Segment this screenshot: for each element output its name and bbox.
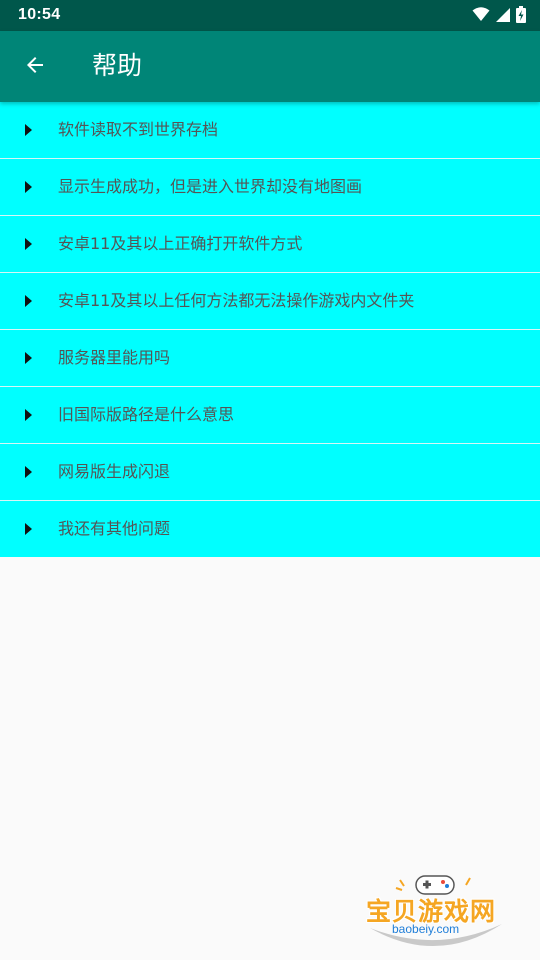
expand-arrow-icon (25, 295, 32, 307)
faq-item[interactable]: 软件读取不到世界存档 (0, 102, 540, 159)
status-bar: 10:54 (0, 0, 540, 31)
faq-item-label: 旧国际版路径是什么意思 (58, 405, 235, 424)
status-time: 10:54 (18, 6, 61, 23)
expand-arrow-icon (25, 409, 32, 421)
expand-arrow-icon (25, 523, 32, 535)
faq-item[interactable]: 显示生成成功，但是进入世界却没有地图画 (0, 159, 540, 216)
faq-item[interactable]: 安卓11及其以上任何方法都无法操作游戏内文件夹 (0, 273, 540, 330)
faq-item-label: 安卓11及其以上正确打开软件方式 (58, 234, 303, 253)
faq-item[interactable]: 我还有其他问题 (0, 501, 540, 557)
expand-arrow-icon (25, 124, 32, 136)
faq-item[interactable]: 网易版生成闪退 (0, 444, 540, 501)
signal-icon (496, 7, 510, 26)
faq-item[interactable]: 服务器里能用吗 (0, 330, 540, 387)
page-title: 帮助 (92, 51, 143, 80)
faq-item-label: 我还有其他问题 (58, 519, 171, 538)
expand-arrow-icon (25, 466, 32, 478)
faq-item-label: 服务器里能用吗 (58, 348, 171, 367)
app-bar: 帮助 (0, 31, 540, 102)
arrow-left-icon (23, 53, 47, 81)
watermark-url: baobeiy.com (392, 922, 460, 936)
faq-list: 软件读取不到世界存档 显示生成成功，但是进入世界却没有地图画 安卓11及其以上正… (0, 102, 540, 557)
faq-item-label: 网易版生成闪退 (58, 462, 171, 481)
faq-item[interactable]: 旧国际版路径是什么意思 (0, 387, 540, 444)
back-button[interactable] (16, 48, 54, 86)
watermark-logo: 宝贝游戏网 baobeiy.com (362, 866, 512, 956)
battery-charging-icon (516, 5, 526, 27)
faq-item-label: 显示生成成功，但是进入世界却没有地图画 (58, 177, 363, 196)
expand-arrow-icon (25, 181, 32, 193)
expand-arrow-icon (25, 238, 32, 250)
expand-arrow-icon (25, 352, 32, 364)
wifi-icon (472, 6, 490, 26)
faq-item[interactable]: 安卓11及其以上正确打开软件方式 (0, 216, 540, 273)
faq-item-label: 软件读取不到世界存档 (58, 120, 219, 139)
faq-item-label: 安卓11及其以上任何方法都无法操作游戏内文件夹 (58, 291, 415, 310)
status-icons (472, 5, 526, 27)
